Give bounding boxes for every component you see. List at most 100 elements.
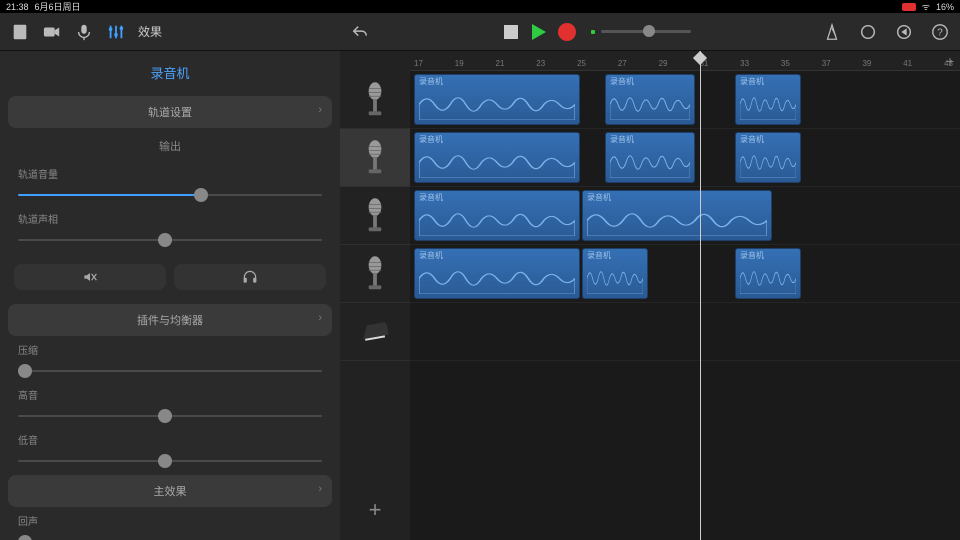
headphones-button[interactable]: [174, 264, 326, 290]
mute-button[interactable]: [14, 264, 166, 290]
battery-percent: 16%: [936, 2, 954, 12]
settings-button[interactable]: [894, 22, 914, 42]
ruler-tick: 35: [781, 59, 790, 68]
track-header-2[interactable]: [340, 187, 410, 245]
audio-region[interactable]: 录音机: [735, 132, 801, 183]
audio-region[interactable]: 录音机: [605, 74, 695, 125]
ruler-tick: 25: [577, 59, 586, 68]
region-label: 录音机: [606, 133, 694, 146]
status-bar: 21:38 6月6日周日 ᯤ 16%: [0, 0, 960, 13]
ruler-tick: 37: [822, 59, 831, 68]
transport: [501, 22, 577, 42]
fx-label[interactable]: 效果: [138, 23, 162, 40]
track-settings-label: 轨道设置: [148, 107, 192, 119]
recording-indicator-icon: [902, 3, 916, 11]
ruler-tick: 23: [536, 59, 545, 68]
track-pan-slider[interactable]: [18, 232, 322, 248]
tracks-view-button[interactable]: [10, 22, 30, 42]
audio-region[interactable]: 录音机: [414, 132, 580, 183]
ruler-tick: 17: [414, 59, 423, 68]
microphone-button[interactable]: [74, 22, 94, 42]
status-date: 6月6日周日: [35, 0, 81, 13]
region-label: 录音机: [415, 249, 579, 262]
audio-region[interactable]: 录音机: [735, 74, 801, 125]
echo-slider[interactable]: [18, 534, 322, 540]
camera-button[interactable]: [42, 22, 62, 42]
audio-region[interactable]: 录音机: [605, 132, 695, 183]
undo-button[interactable]: [350, 22, 370, 42]
chevron-right-icon: ›: [318, 312, 322, 324]
compress-slider[interactable]: [18, 363, 322, 379]
instrument-title: 录音机: [2, 51, 338, 94]
help-button[interactable]: ?: [930, 22, 950, 42]
track-pan-row: 轨道声相: [2, 207, 338, 252]
lane: 录音机录音机录音机: [410, 245, 960, 303]
status-time: 21:38: [6, 2, 29, 12]
lane: 录音机录音机: [410, 187, 960, 245]
master-fx-label: 主效果: [154, 486, 187, 498]
bass-label: 低音: [18, 432, 322, 447]
ruler-tick: 21: [496, 59, 505, 68]
track-header-0[interactable]: [340, 71, 410, 129]
record-button[interactable]: [557, 22, 577, 42]
bass-slider[interactable]: [18, 453, 322, 469]
track-header-3[interactable]: [340, 245, 410, 303]
audio-region[interactable]: 录音机: [414, 248, 580, 299]
ruler-tick: 43: [944, 59, 953, 68]
region-label: 录音机: [736, 75, 800, 88]
chevron-right-icon: ›: [318, 104, 322, 116]
compress-label: 压缩: [18, 342, 322, 357]
top-toolbar: 效果 ?: [0, 13, 960, 51]
region-label: 录音机: [606, 75, 694, 88]
ruler-tick: 41: [903, 59, 912, 68]
track-pan-label: 轨道声相: [18, 211, 322, 226]
main-area: 录音机 轨道设置 › 输出 轨道音量 轨道声相: [0, 51, 960, 540]
audio-region[interactable]: 录音机: [735, 248, 801, 299]
plugins-eq-label: 插件与均衡器: [137, 315, 203, 327]
track-volume-slider[interactable]: [18, 187, 322, 203]
lane: 录音机 录音机 录音机: [410, 129, 960, 187]
region-label: 录音机: [736, 249, 800, 262]
region-label: 录音机: [415, 133, 579, 146]
plugins-eq-header[interactable]: 插件与均衡器 ›: [8, 304, 332, 336]
track-header-1[interactable]: [340, 129, 410, 187]
audio-region[interactable]: 录音机: [414, 190, 580, 241]
add-track-button[interactable]: +: [355, 490, 395, 530]
ruler-tick: 27: [618, 59, 627, 68]
output-label: 输出: [2, 130, 338, 162]
region-label: 录音机: [583, 191, 771, 204]
chevron-right-icon: ›: [318, 483, 322, 495]
play-button[interactable]: [529, 22, 549, 42]
timeline[interactable]: + 1719212325272931333537394143 录音机录音机录音机…: [410, 51, 960, 540]
echo-label: 回声: [18, 513, 322, 528]
controls-button[interactable]: [106, 22, 126, 42]
track-volume-label: 轨道音量: [18, 166, 322, 181]
ruler-tick: 33: [740, 59, 749, 68]
svg-text:?: ?: [937, 27, 943, 38]
stop-button[interactable]: [501, 22, 521, 42]
audio-region[interactable]: 录音机: [414, 74, 580, 125]
region-label: 录音机: [415, 191, 579, 204]
audio-region[interactable]: 录音机: [582, 248, 648, 299]
track-settings-header[interactable]: 轨道设置 ›: [8, 96, 332, 128]
metronome-button[interactable]: [822, 22, 842, 42]
lane: 录音机 录音机 录音机: [410, 71, 960, 129]
wifi-icon: ᯤ: [922, 0, 930, 13]
track-volume-row: 轨道音量: [2, 162, 338, 207]
track-list: +: [340, 51, 410, 540]
ruler-tick: 39: [862, 59, 871, 68]
audio-region[interactable]: 录音机: [582, 190, 772, 241]
track-header-4[interactable]: [340, 303, 410, 361]
sidebar: 录音机 轨道设置 › 输出 轨道音量 轨道声相: [0, 51, 340, 540]
region-label: 录音机: [583, 249, 647, 262]
treble-label: 高音: [18, 387, 322, 402]
bass-row: 低音: [2, 428, 338, 473]
tempo-slider[interactable]: [591, 30, 691, 34]
playhead[interactable]: [700, 51, 701, 540]
ruler-tick: 29: [659, 59, 668, 68]
ruler-tick: 19: [455, 59, 464, 68]
treble-slider[interactable]: [18, 408, 322, 424]
loop-button[interactable]: [858, 22, 878, 42]
master-fx-header[interactable]: 主效果 ›: [8, 475, 332, 507]
ruler[interactable]: + 1719212325272931333537394143: [410, 51, 960, 71]
